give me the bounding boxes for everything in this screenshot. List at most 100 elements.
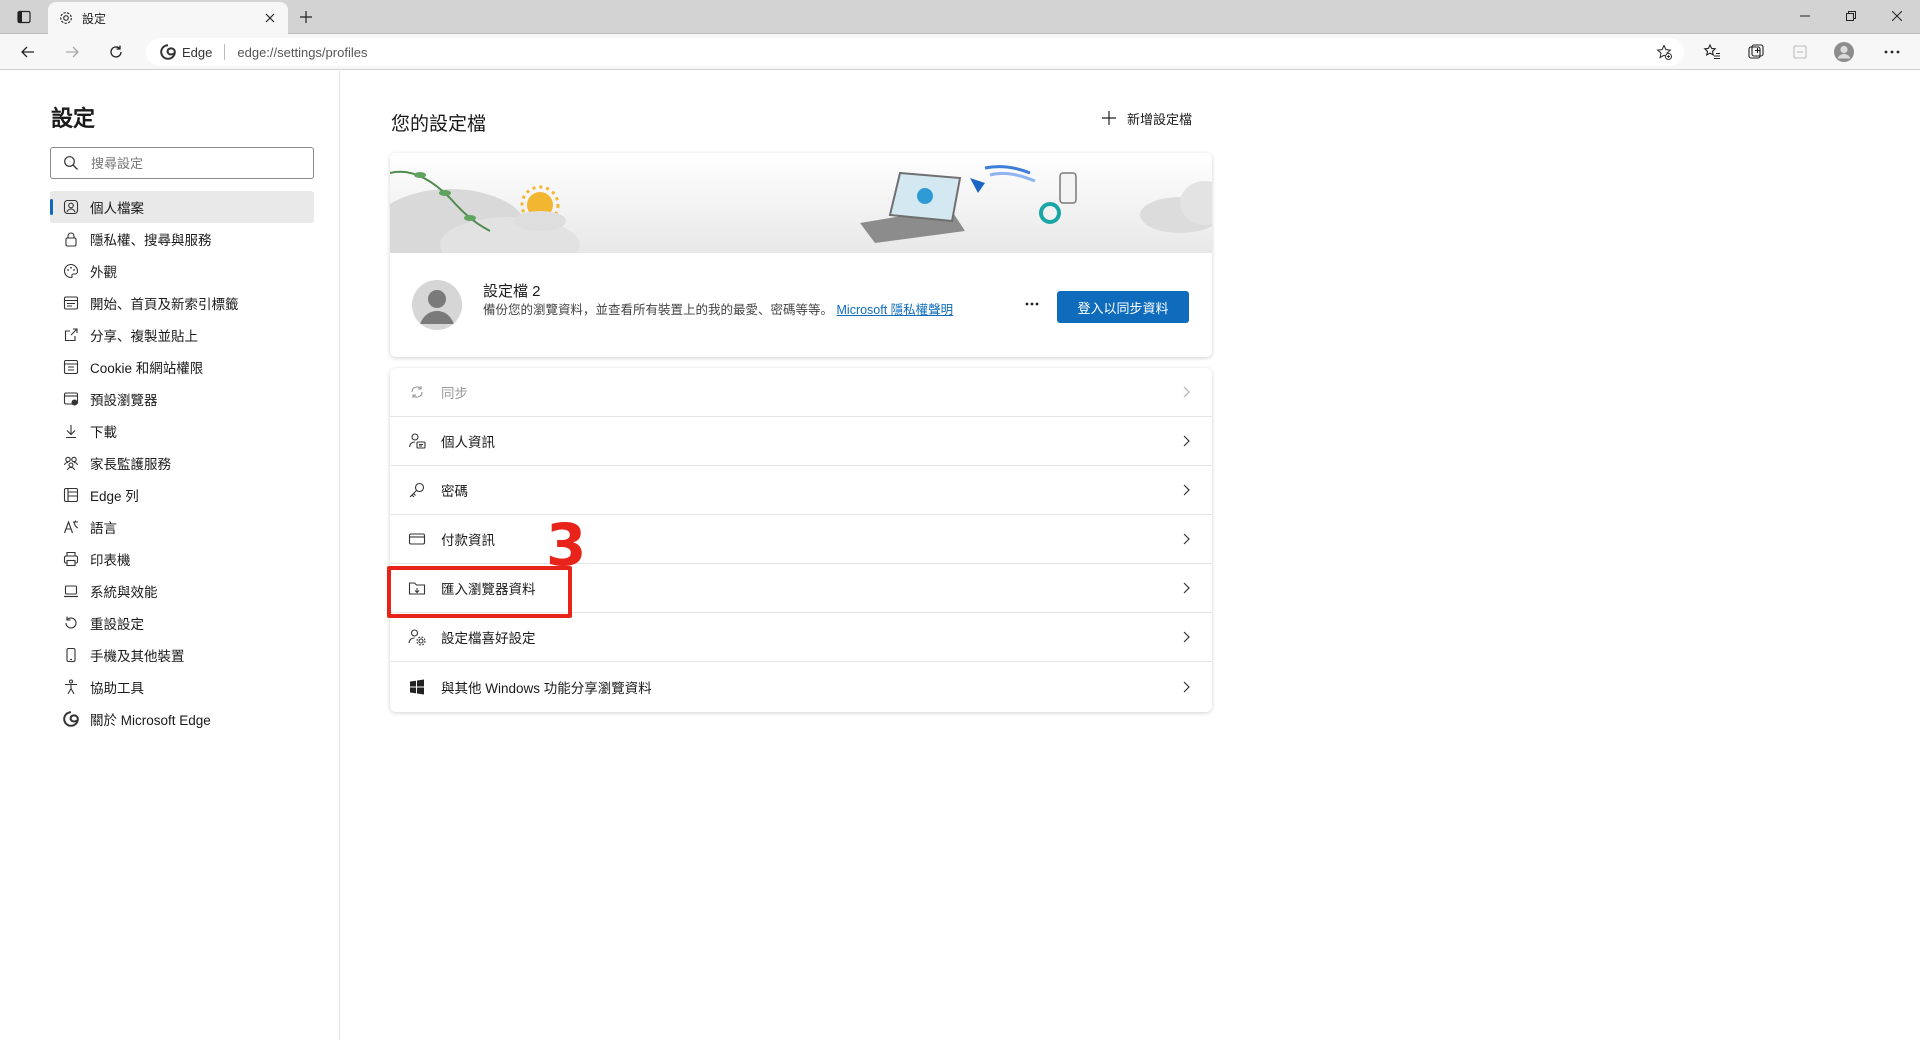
list-item-label: 密碼	[441, 484, 468, 499]
sidebar-item-label: 下載	[90, 425, 117, 440]
sidebar-item-printers[interactable]: 印表機	[50, 543, 314, 575]
sidebar-item-appearance[interactable]: 外觀	[50, 255, 314, 287]
profile-description: 備份您的瀏覽資料，並查看所有裝置上的我的最愛、密碼等等。 Microsoft 隱…	[483, 302, 1003, 319]
search-settings-input[interactable]	[91, 155, 291, 171]
profile-banner-illustration	[390, 153, 1212, 253]
forward-button[interactable]	[60, 40, 84, 64]
tab-actions-icon[interactable]	[14, 7, 34, 27]
sidebar-item-start-page[interactable]: 開始、首頁及新索引標籤	[50, 287, 314, 319]
sidebar-item-edge-bar[interactable]: Edge 列	[50, 479, 314, 511]
more-options-icon[interactable]	[1020, 294, 1044, 314]
toolbar: Edge edge://settings/profiles	[0, 34, 1920, 70]
profile-avatar-icon[interactable]	[1832, 40, 1856, 64]
sidebar-item-share[interactable]: 分享、複製並貼上	[50, 319, 314, 351]
windows-icon	[407, 677, 427, 697]
more-menu-icon[interactable]	[1880, 40, 1904, 64]
address-separator	[224, 44, 226, 60]
sidebar-item-label: Edge 列	[90, 489, 139, 504]
sidebar-title: 設定	[51, 106, 96, 131]
extensions-icon[interactable]	[1788, 40, 1812, 64]
sidebar-item-label: 隱私權、搜尋與服務	[90, 233, 212, 248]
collections-icon[interactable]	[1744, 40, 1768, 64]
sign-in-sync-button[interactable]: 登入以同步資料	[1057, 291, 1189, 323]
close-window-button[interactable]	[1874, 0, 1920, 32]
list-item-profile-preferences[interactable]: 設定檔喜好設定	[390, 613, 1212, 662]
new-tab-button[interactable]	[296, 7, 316, 27]
refresh-button[interactable]	[104, 40, 128, 64]
sidebar-item-label: 家長監護服務	[90, 457, 171, 472]
accessibility-icon	[62, 678, 80, 696]
tab-strip: 設定	[0, 0, 1920, 34]
edge-logo-icon	[160, 44, 176, 60]
minimize-button[interactable]	[1782, 0, 1828, 32]
chevron-right-icon	[1178, 433, 1194, 449]
sidebar-item-default-browser[interactable]: 預設瀏覽器	[50, 383, 314, 415]
profile-settings-icon	[407, 627, 427, 647]
tab-title: 設定	[82, 11, 107, 26]
sidebar-item-label: Cookie 和網站權限	[90, 361, 204, 376]
sidebar-item-languages[interactable]: 語言	[50, 511, 314, 543]
list-item-sync[interactable]: 同步	[390, 368, 1212, 417]
add-profile-label: 新增設定檔	[1127, 112, 1193, 127]
address-url[interactable]: edge://settings/profiles	[237, 45, 367, 60]
sidebar-item-privacy[interactable]: 隱私權、搜尋與服務	[50, 223, 314, 255]
profile-settings-list: 同步 個人資訊 密碼 付款資訊 匯入瀏覽器資料 設定檔喜好設定 與其他 Wind…	[390, 368, 1212, 712]
add-favorite-icon[interactable]	[1654, 42, 1674, 62]
site-permissions-icon	[62, 358, 80, 376]
chevron-right-icon	[1178, 629, 1194, 645]
close-tab-icon[interactable]	[262, 10, 278, 26]
chevron-right-icon	[1178, 384, 1194, 400]
list-item-passwords[interactable]: 密碼	[390, 466, 1212, 515]
sidebar-item-downloads[interactable]: 下載	[50, 415, 314, 447]
lock-icon	[62, 230, 80, 248]
personal-info-icon	[407, 431, 427, 451]
share-icon	[62, 326, 80, 344]
edge-bar-icon	[62, 486, 80, 504]
sidebar-item-phone[interactable]: 手機及其他裝置	[50, 639, 314, 671]
profile-description-text: 備份您的瀏覽資料，並查看所有裝置上的我的最愛、密碼等等。	[483, 303, 834, 317]
search-settings-field[interactable]	[50, 147, 314, 179]
chevron-right-icon	[1178, 679, 1194, 695]
default-browser-icon	[62, 390, 80, 408]
sidebar-item-about[interactable]: 關於 Microsoft Edge	[50, 703, 314, 735]
tab-settings[interactable]: 設定	[48, 2, 288, 34]
list-item-share-with-windows[interactable]: 與其他 Windows 功能分享瀏覽資料	[390, 662, 1212, 711]
list-item-label: 與其他 Windows 功能分享瀏覽資料	[441, 680, 652, 696]
start-page-icon	[62, 294, 80, 312]
chevron-right-icon	[1178, 580, 1194, 596]
edge-logo-icon	[62, 710, 80, 728]
list-item-label: 同步	[441, 386, 468, 401]
system-icon	[62, 582, 80, 600]
favorites-icon[interactable]	[1700, 40, 1724, 64]
sidebar-item-label: 重設設定	[90, 617, 144, 632]
sidebar-item-label: 外觀	[90, 265, 117, 280]
download-icon	[62, 422, 80, 440]
privacy-statement-link[interactable]: Microsoft 隱私權聲明	[837, 303, 954, 317]
sidebar-item-accessibility[interactable]: 協助工具	[50, 671, 314, 703]
back-button[interactable]	[16, 40, 40, 64]
address-bar[interactable]: Edge edge://settings/profiles	[146, 38, 1684, 66]
address-site-label: Edge	[182, 44, 213, 60]
key-icon	[407, 480, 427, 500]
plus-icon	[1101, 110, 1119, 128]
credit-card-icon	[407, 529, 427, 549]
family-icon	[62, 454, 80, 472]
sidebar-item-label: 關於 Microsoft Edge	[90, 713, 211, 728]
chevron-right-icon	[1178, 531, 1194, 547]
chevron-right-icon	[1178, 482, 1194, 498]
printer-icon	[62, 550, 80, 568]
sidebar-item-label: 協助工具	[90, 681, 144, 696]
gear-icon	[58, 10, 74, 26]
sidebar-item-profiles[interactable]: 個人檔案	[50, 191, 314, 223]
profile-card: 設定檔 2 備份您的瀏覽資料，並查看所有裝置上的我的最愛、密碼等等。 Micro…	[390, 153, 1212, 357]
list-item-personal-info[interactable]: 個人資訊	[390, 417, 1212, 466]
restore-button[interactable]	[1828, 0, 1874, 32]
sidebar-item-family[interactable]: 家長監護服務	[50, 447, 314, 479]
sidebar-item-reset[interactable]: 重設設定	[50, 607, 314, 639]
sidebar-item-system[interactable]: 系統與效能	[50, 575, 314, 607]
sync-icon	[407, 382, 427, 402]
sidebar-item-cookies[interactable]: Cookie 和網站權限	[50, 351, 314, 383]
appearance-icon	[62, 262, 80, 280]
list-item-payment-info[interactable]: 付款資訊	[390, 515, 1212, 564]
add-profile-button[interactable]: 新增設定檔	[1101, 109, 1192, 128]
